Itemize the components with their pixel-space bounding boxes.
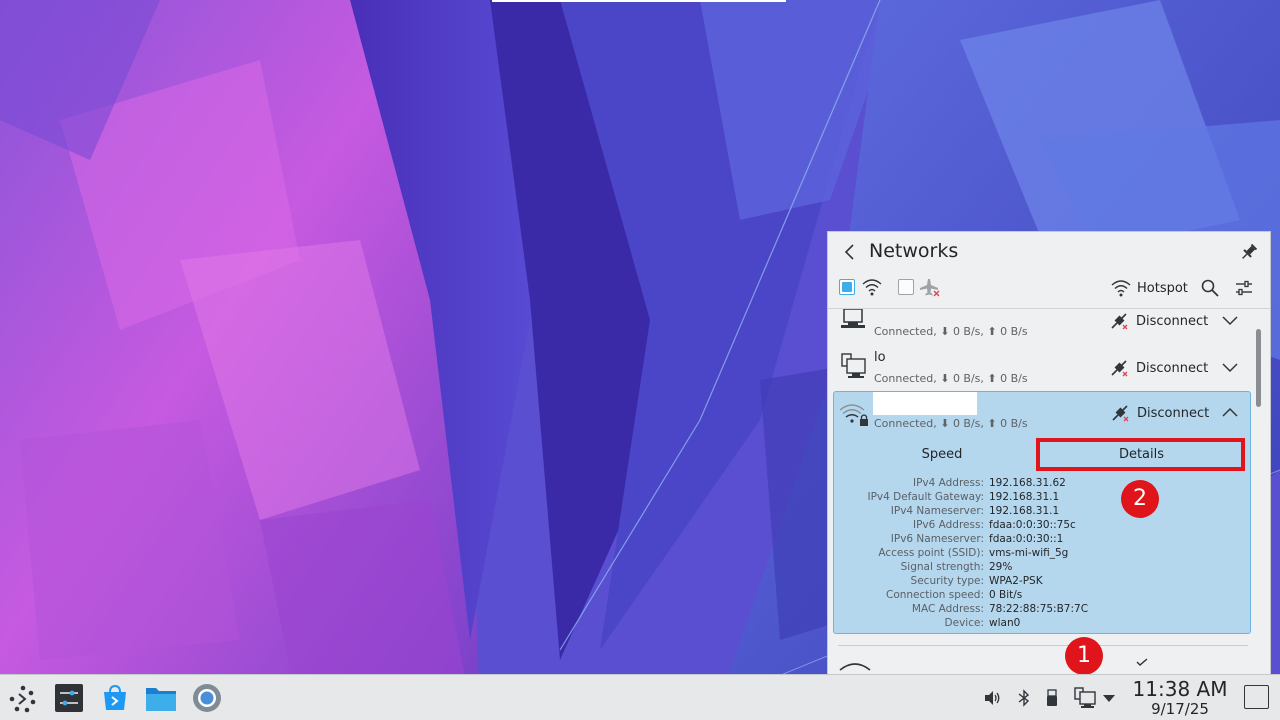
detail-value: 192.168.31.62	[989, 477, 1066, 489]
wifi-enable-checkbox[interactable]	[839, 279, 855, 295]
connection-status: Connected, ⬇ 0 B/s, ⬆ 0 B/s	[874, 372, 1028, 385]
detail-label: MAC Address:	[911, 603, 984, 615]
connection-status: Connected, ⬇ 0 B/s, ⬆ 0 B/s	[874, 417, 1028, 430]
wired-network-icon	[841, 353, 866, 378]
disconnect-button[interactable]: Disconnect	[1109, 358, 1208, 378]
disconnect-plug-icon	[1111, 313, 1128, 330]
popup-header: Networks	[828, 232, 1270, 272]
detail-value: 192.168.31.1	[989, 491, 1060, 503]
connection-list: Connected, ⬇ 0 B/s, ⬆ 0 B/s Disconnect l…	[828, 309, 1258, 674]
disconnect-label: Disconnect	[1137, 405, 1210, 421]
connection-status: Connected, ⬇ 0 B/s, ⬆ 0 B/s	[874, 325, 1028, 338]
annotation-number-2: 2	[1121, 480, 1159, 518]
popup-title: Networks	[869, 240, 959, 262]
connection-item-wifi-expanded[interactable]: Connected, ⬇ 0 B/s, ⬆ 0 B/s Disconnect S…	[833, 391, 1251, 634]
removable-device-icon[interactable]	[1043, 689, 1061, 707]
connection-item-lo[interactable]: lo Connected, ⬇ 0 B/s, ⬆ 0 B/s Disconnec…	[833, 345, 1251, 391]
bluetooth-icon[interactable]	[1015, 689, 1033, 707]
connection-item-next[interactable]	[833, 654, 1251, 674]
connection-item-wired[interactable]: Connected, ⬇ 0 B/s, ⬆ 0 B/s Disconnect	[833, 309, 1251, 344]
wifi-icon	[862, 279, 882, 296]
details-table: IPv4 Address: 192.168.31.62 IPv4 Default…	[834, 476, 1250, 630]
detail-value: wlan0	[989, 617, 1021, 629]
tab-speed[interactable]: Speed	[834, 440, 1050, 472]
clock-time: 11:38 AM	[1132, 677, 1228, 701]
detail-row: IPv4 Default Gateway: 192.168.31.1	[834, 490, 1250, 504]
detail-row: Connection speed: 0 Bit/s	[834, 588, 1250, 602]
pin-icon[interactable]	[1238, 241, 1260, 263]
annotation-box-details	[1036, 438, 1245, 471]
chevron-down-icon[interactable]	[1221, 313, 1239, 327]
detail-label: Signal strength:	[900, 561, 984, 573]
detail-row: IPv6 Address: fdaa:0:0:30::75c	[834, 518, 1250, 532]
detail-value: 29%	[989, 561, 1013, 573]
ssid-redaction	[873, 392, 977, 415]
disconnect-button[interactable]: Disconnect	[1109, 311, 1208, 331]
digital-clock[interactable]: 11:38 AM 9/17/25	[1126, 678, 1234, 718]
detail-value: 192.168.31.1	[989, 505, 1060, 517]
airplane-mode-checkbox[interactable]	[898, 279, 914, 295]
taskbar: 11:38 AM 9/17/25	[0, 674, 1280, 720]
disconnect-plug-icon	[1112, 405, 1129, 422]
detail-value: fdaa:0:0:30::1	[989, 533, 1064, 545]
back-arrow-icon[interactable]	[840, 242, 860, 262]
detail-value: fdaa:0:0:30::75c	[989, 519, 1076, 531]
detail-row: IPv4 Address: 192.168.31.62	[834, 476, 1250, 490]
detail-value: 0 Bit/s	[989, 589, 1023, 601]
disconnect-label: Disconnect	[1136, 360, 1209, 376]
expand-tray-icon[interactable]	[1102, 693, 1116, 703]
detail-value: 78:22:88:75:B7:7C	[989, 603, 1089, 615]
discover-store-icon[interactable]	[102, 684, 128, 712]
file-manager-icon[interactable]	[145, 684, 177, 712]
detail-label: Security type:	[910, 575, 984, 587]
disconnect-plug-icon	[1111, 360, 1128, 377]
detail-row: MAC Address: 78:22:88:75:B7:7C	[834, 602, 1250, 616]
detail-label: Device:	[944, 617, 984, 629]
disconnect-button[interactable]: Disconnect	[1110, 403, 1209, 423]
hotspot-label: Hotspot	[1137, 280, 1188, 296]
application-launcher-icon[interactable]	[9, 685, 37, 713]
clock-date: 9/17/25	[1151, 700, 1209, 718]
detail-row: Device: wlan0	[834, 616, 1250, 630]
airplane-mode-icon	[920, 279, 940, 297]
detail-row: IPv4 Nameserver: 192.168.31.1	[834, 504, 1250, 518]
volume-icon[interactable]	[983, 689, 1001, 707]
detail-label: IPv4 Nameserver:	[890, 505, 984, 517]
detail-label: Connection speed:	[885, 589, 984, 601]
connection-name: lo	[874, 350, 886, 365]
detail-label: IPv4 Default Gateway:	[867, 491, 984, 503]
list-separator	[838, 645, 1248, 646]
list-scrollbar[interactable]	[1256, 329, 1261, 407]
system-settings-icon[interactable]	[55, 684, 83, 712]
hotspot-wifi-icon	[1111, 280, 1131, 297]
disconnect-label: Disconnect	[1136, 313, 1209, 329]
search-icon[interactable]	[1200, 278, 1220, 298]
detail-value: vms-mi-wifi_5g	[989, 547, 1069, 559]
network-toolbar: Hotspot	[828, 274, 1270, 304]
detail-row: Security type: WPA2-PSK	[834, 574, 1250, 588]
detail-row: Signal strength: 29%	[834, 560, 1250, 574]
detail-row: Access point (SSID): vms-mi-wifi_5g	[834, 546, 1250, 560]
detail-label: IPv4 Address:	[912, 477, 984, 489]
network-tray-icon[interactable]	[1073, 686, 1097, 710]
top-bar-strip	[492, 0, 786, 2]
wired-network-icon	[841, 309, 865, 328]
wifi-icon	[839, 663, 871, 671]
configure-icon[interactable]	[1234, 278, 1254, 298]
detail-label: IPv6 Address:	[912, 519, 984, 531]
detail-row: IPv6 Nameserver: fdaa:0:0:30::1	[834, 532, 1250, 546]
detail-value: WPA2-PSK	[989, 575, 1043, 587]
chevron-down-icon[interactable]	[1221, 360, 1239, 374]
show-desktop-button[interactable]	[1244, 685, 1269, 709]
annotation-number-1: 1	[1065, 637, 1103, 675]
chevron-up-icon[interactable]	[1221, 405, 1239, 419]
check-icon	[1136, 658, 1148, 666]
detail-label: IPv6 Nameserver:	[890, 533, 984, 545]
detail-label: Access point (SSID):	[878, 547, 984, 559]
chromium-browser-icon[interactable]	[192, 683, 222, 713]
wifi-secured-icon	[839, 404, 868, 426]
hotspot-button[interactable]: Hotspot	[1110, 277, 1188, 299]
